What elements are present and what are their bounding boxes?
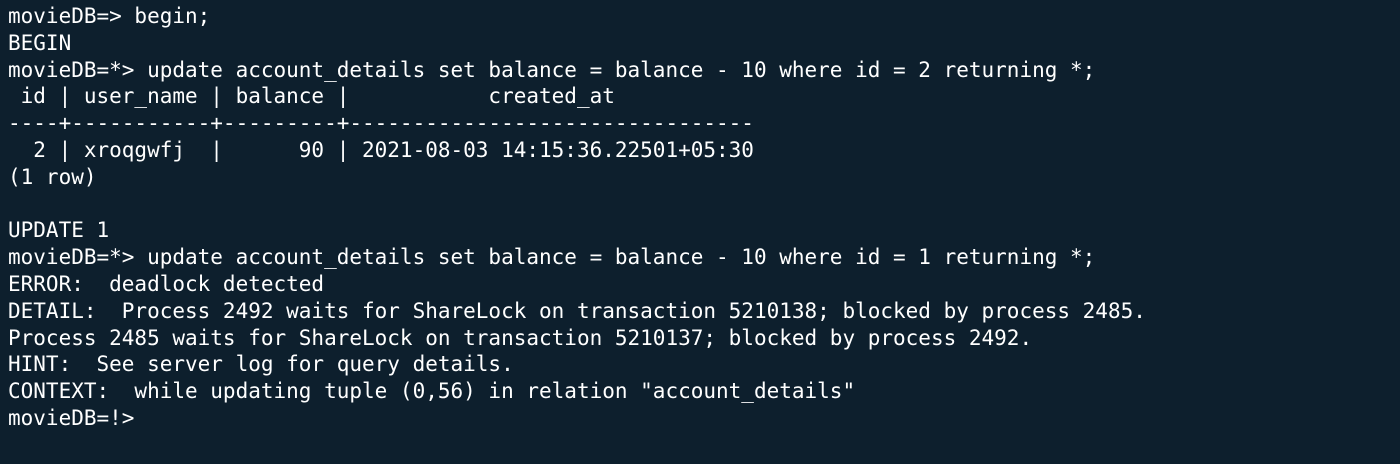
command-line-update-id-2: movieDB=*> update account_details set ba…: [8, 57, 1096, 82]
command-line-update-id-1: movieDB=*> update account_details set ba…: [8, 245, 1096, 270]
result-table-row: 2 | xroqgwfj | 90 | 2021-08-03 14:15:36.…: [8, 137, 754, 162]
error-detail: DETAIL: Process 2492 waits for ShareLock…: [8, 298, 1146, 323]
error-detail-continued: Process 2485 waits for ShareLock on tran…: [8, 325, 1033, 350]
error-message: ERROR: deadlock detected: [8, 271, 325, 296]
current-prompt[interactable]: movieDB=!>: [8, 405, 1400, 432]
error-context: CONTEXT: while updating tuple (0,56) in …: [8, 379, 856, 404]
result-table-header: id | user_name | balance | created_at: [8, 84, 615, 109]
command-line-begin: movieDB=> begin;: [8, 4, 211, 28]
row-count: (1 row): [8, 164, 97, 189]
terminal-window[interactable]: movieDB=> begin; BEGIN movieDB=*> update…: [0, 0, 1400, 464]
output-update-count: UPDATE 1: [8, 218, 110, 243]
error-hint: HINT: See server log for query details.: [8, 352, 514, 377]
result-table-divider: ----+-----------+---------+-------------…: [8, 111, 754, 136]
output-begin: BEGIN: [8, 30, 72, 55]
